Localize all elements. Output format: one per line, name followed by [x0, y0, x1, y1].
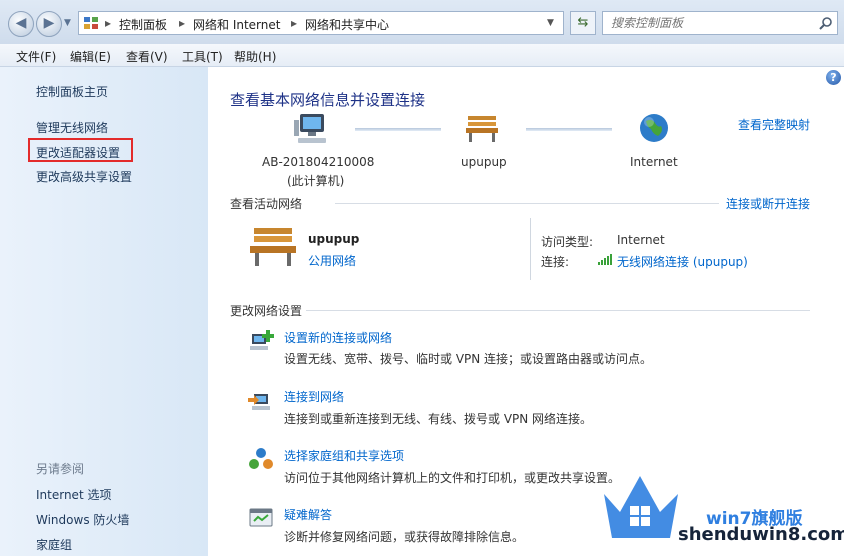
sidebar-item-homegroup[interactable]: 家庭组	[36, 536, 72, 553]
sidebar-item-control-panel-home[interactable]: 控制面板主页	[36, 83, 108, 100]
back-button[interactable]: ◀	[8, 11, 34, 37]
refresh-button[interactable]: ⇆	[570, 11, 596, 35]
connect-disconnect-link[interactable]: 连接或断开连接	[726, 195, 810, 212]
task-desc: 诊断并修复网络问题，或获得故障排除信息。	[284, 530, 525, 544]
see-also-heading: 另请参阅	[36, 462, 85, 476]
refresh-icon: ⇆	[577, 15, 589, 30]
crumb-network-internet[interactable]: 网络和 Internet	[193, 16, 280, 33]
map-internet-label: Internet	[630, 155, 678, 169]
map-link-line	[526, 128, 612, 131]
breadcrumb[interactable]: ▸ 控制面板 ▸ 网络和 Internet ▸ 网络和共享中心 ▼	[78, 11, 564, 35]
active-networks-heading: 查看活动网络	[230, 197, 303, 211]
internet-globe-icon	[640, 114, 668, 142]
crumb-separator-icon: ▸	[291, 16, 298, 30]
task-desc: 连接到或重新连接到无线、有线、拨号或 VPN 网络连接。	[284, 412, 593, 426]
section-divider	[306, 310, 810, 311]
recent-pages-chevron-icon[interactable]: ▼	[64, 18, 71, 28]
crumb-network-sharing-center[interactable]: 网络和共享中心	[305, 16, 389, 33]
search-input[interactable]	[609, 15, 813, 31]
section-divider	[335, 203, 719, 204]
watermark-crown-logo	[604, 476, 678, 538]
access-type-label: 访问类型:	[541, 235, 594, 249]
task-connect-to-network[interactable]: 连接到网络	[284, 388, 344, 405]
task-troubleshoot[interactable]: 疑难解答	[284, 506, 332, 523]
wifi-signal-icon	[598, 254, 612, 265]
wireless-connection-link[interactable]: 无线网络连接 (upupup)	[617, 253, 748, 270]
page-title: 查看基本网络信息并设置连接	[230, 91, 426, 109]
back-arrow-icon: ◀	[15, 15, 27, 31]
menu-bar: 文件(F) 编辑(E) 查看(V) 工具(T) 帮助(H)	[0, 44, 844, 67]
troubleshoot-icon	[249, 508, 273, 527]
crumb-separator-icon: ▸	[179, 16, 186, 30]
menu-help[interactable]: 帮助(H)	[234, 48, 276, 65]
forward-button[interactable]: ▶	[36, 11, 62, 37]
forward-arrow-icon: ▶	[43, 15, 55, 31]
task-desc: 访问位于其他网络计算机上的文件和打印机，或更改共享设置。	[284, 471, 621, 485]
connect-network-icon	[248, 394, 270, 410]
bench-icon	[250, 228, 296, 266]
new-connection-icon	[250, 330, 274, 350]
computer-sub-label: (此计算机)	[287, 174, 345, 188]
address-bar: ◀ ▶ ▼ ▸ 控制面板 ▸ 网络和 Internet ▸ 网络和共享中心 ▼ …	[0, 0, 844, 45]
network-type-link[interactable]: 公用网络	[308, 252, 356, 269]
active-network-name: upupup	[308, 232, 360, 246]
change-settings-heading: 更改网络设置	[230, 304, 303, 318]
map-link-line	[355, 128, 441, 131]
menu-edit[interactable]: 编辑(E)	[70, 48, 111, 65]
crumb-control-panel[interactable]: 控制面板	[119, 16, 167, 33]
sidebar-item-internet-options[interactable]: Internet 选项	[36, 486, 111, 503]
control-panel-icon	[84, 17, 98, 29]
help-icon[interactable]: ?	[826, 70, 841, 85]
computer-icon	[294, 114, 326, 143]
task-desc: 设置无线、宽带、拨号、临时或 VPN 连接；或设置路由器或访问点。	[284, 352, 653, 366]
menu-view[interactable]: 查看(V)	[126, 48, 168, 65]
menu-file[interactable]: 文件(F)	[16, 48, 56, 65]
vertical-divider	[530, 218, 531, 280]
address-dropdown-icon[interactable]: ▼	[547, 18, 554, 28]
map-network-name: upupup	[461, 155, 507, 169]
search-icon[interactable]	[819, 16, 833, 30]
task-setup-new-connection[interactable]: 设置新的连接或网络	[284, 329, 392, 346]
highlight-box	[28, 138, 133, 162]
sidebar-item-advanced-sharing[interactable]: 更改高级共享设置	[36, 168, 132, 185]
view-full-map-link[interactable]: 查看完整映射	[738, 116, 810, 133]
connection-label: 连接:	[541, 255, 570, 269]
crumb-separator-icon: ▸	[105, 16, 112, 30]
homegroup-icon	[249, 448, 273, 469]
task-homegroup-sharing[interactable]: 选择家庭组和共享选项	[284, 447, 404, 464]
access-type-value: Internet	[617, 233, 665, 247]
menu-tools[interactable]: 工具(T)	[182, 48, 223, 65]
search-box[interactable]	[602, 11, 838, 35]
computer-name: AB-201804210008	[262, 155, 375, 169]
watermark-site: shenduwin8.com	[678, 524, 844, 545]
sidebar-item-windows-firewall[interactable]: Windows 防火墙	[36, 511, 129, 528]
network-bench-icon	[466, 116, 498, 142]
sidebar-item-manage-wireless[interactable]: 管理无线网络	[36, 119, 108, 136]
